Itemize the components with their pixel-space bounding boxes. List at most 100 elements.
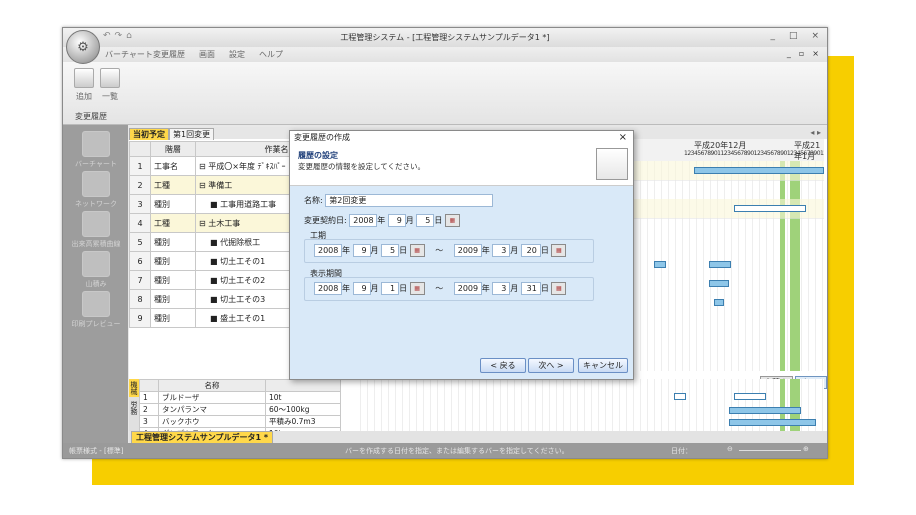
next-button[interactable]: 次へ > — [528, 358, 574, 373]
display-end-year[interactable]: 2009 — [453, 282, 482, 295]
tab-machine[interactable]: 機械 — [129, 379, 139, 397]
month-unit: 月 — [405, 216, 414, 225]
gantt-bar[interactable] — [674, 393, 686, 400]
mdi-close-button[interactable]: × — [812, 49, 819, 58]
row-level: 種別 — [150, 308, 196, 328]
mdi-minimize-button[interactable]: _ — [787, 49, 791, 58]
period-start-year[interactable]: 2008 — [314, 244, 342, 257]
change-date-year[interactable]: 2008 — [349, 214, 378, 227]
change-history-dialog: 変更履歴の作成 × 履歴の設定 変更履歴の情報を設定してください。 名称: 第2… — [289, 130, 634, 380]
status-date: 日付： — [671, 447, 692, 455]
back-button[interactable]: < 戻る — [480, 358, 526, 373]
day-unit: 日 — [399, 246, 408, 255]
gantt-bar[interactable] — [709, 280, 729, 287]
gantt-bar[interactable] — [654, 261, 666, 268]
change-date-label: 変更契約日: — [304, 216, 347, 225]
row-level: 工種 — [150, 213, 196, 233]
year-unit: 年 — [342, 246, 350, 255]
nav-scurve[interactable]: 出来高累積曲線 — [67, 211, 125, 249]
calendar-icon[interactable]: ▦ — [409, 244, 425, 257]
display-end-month[interactable]: 3 — [492, 282, 511, 295]
row-number: 2 — [129, 175, 151, 195]
wizard-document-icon — [596, 148, 628, 180]
ribbon-list-button[interactable]: 一覧 — [97, 68, 123, 102]
gantt-bar[interactable] — [729, 419, 816, 426]
name-input[interactable]: 第2回変更 — [325, 194, 494, 207]
period-end-month[interactable]: 3 — [492, 244, 511, 257]
menu-change-history[interactable]: 変更履歴 — [153, 49, 185, 60]
cancel-button[interactable]: キャンセル — [578, 358, 628, 373]
year-unit: 年 — [377, 216, 386, 225]
zoom-slider[interactable] — [739, 450, 801, 451]
name-label: 名称: — [304, 196, 323, 205]
mdi-restore-button[interactable]: ▫ — [799, 49, 804, 58]
gantt-bar[interactable] — [694, 167, 824, 174]
tab-labor[interactable]: 労務 — [129, 399, 139, 417]
row-level: 種別 — [150, 232, 196, 252]
nav-print-preview[interactable]: 印刷プレビュー — [67, 291, 125, 329]
maximize-button[interactable]: □ — [789, 31, 798, 41]
change-date-day[interactable]: 5 — [416, 214, 435, 227]
menu-help[interactable]: ヘルプ — [259, 49, 283, 60]
tab-first-change[interactable]: 第1回変更 — [169, 128, 215, 140]
nav-network[interactable]: ネットワーク — [67, 171, 125, 209]
zoom-out-icon[interactable]: ⊖ — [727, 445, 733, 453]
dialog-close-button[interactable]: × — [619, 131, 627, 145]
period-start-month[interactable]: 9 — [352, 244, 371, 257]
status-message: バーを作成する日付を指定、または編集するバーを指定してください。 — [345, 447, 569, 455]
minimize-button[interactable]: _ — [770, 31, 775, 41]
calendar-icon[interactable]: ▦ — [551, 282, 567, 295]
nav-stack-label: 山積み — [85, 280, 107, 288]
grid-header-corner — [129, 141, 151, 157]
month-unit: 月 — [370, 284, 379, 293]
resource-number: 3 — [139, 415, 159, 428]
undo-icon[interactable]: ↶ — [103, 31, 111, 41]
calendar-icon[interactable]: ▦ — [551, 244, 567, 257]
year-unit: 年 — [481, 284, 490, 293]
period-start-day[interactable]: 5 — [381, 244, 400, 257]
change-date-month[interactable]: 9 — [387, 214, 406, 227]
display-period-row: 2008 年 9月 1日 ▦ ～ 2009 年 3月 31 日 ▦ — [314, 282, 567, 295]
display-start-month[interactable]: 9 — [352, 282, 371, 295]
tab-initial-plan[interactable]: 当初予定 — [129, 128, 169, 140]
menu-view[interactable]: 画面 — [199, 49, 215, 60]
menu-barchart[interactable]: バーチャート — [105, 49, 153, 60]
nav-barchart[interactable]: バーチャート — [67, 131, 125, 169]
nav-stack[interactable]: 山積み — [67, 251, 125, 289]
scurve-icon — [82, 211, 110, 237]
resource-number: 2 — [139, 403, 159, 416]
window-controls: _ □ × — [770, 31, 819, 41]
display-end-day[interactable]: 31 — [520, 282, 541, 295]
table-row[interactable]: 1 ブルドーザ 10t — [139, 391, 341, 404]
network-icon — [82, 171, 110, 197]
gantt-bar[interactable] — [734, 393, 766, 400]
display-start-year[interactable]: 2008 — [314, 282, 342, 295]
name-row: 名称: 第2回変更 — [304, 194, 494, 207]
gantt-bar[interactable] — [729, 407, 801, 414]
gantt-bar[interactable] — [709, 261, 731, 268]
table-row[interactable]: 2 タンパランマ 60～100kg — [139, 403, 341, 416]
home-icon[interactable]: ⌂ — [126, 31, 132, 41]
close-button[interactable]: × — [811, 31, 819, 41]
day-unit: 日 — [540, 284, 549, 293]
period-end-day[interactable]: 20 — [520, 244, 541, 257]
calendar-icon[interactable]: ▦ — [409, 282, 425, 295]
period-end-year[interactable]: 2009 — [453, 244, 482, 257]
display-start-day[interactable]: 1 — [381, 282, 400, 295]
tab-scroll-arrows-icon[interactable]: ◂ ▸ — [810, 128, 821, 137]
range-tilde: ～ — [435, 284, 444, 293]
table-row[interactable]: 3 バックホウ 平積み0.7m3 — [139, 415, 341, 428]
gantt-bar[interactable] — [714, 299, 724, 306]
resource-header-name: 名称 — [158, 379, 266, 392]
calendar-icon[interactable]: ▦ — [444, 214, 460, 227]
gantt-bar[interactable] — [734, 205, 806, 212]
change-date-row: 変更契約日: 2008 年 9月 5日 ▦ — [304, 214, 460, 227]
row-level: 種別 — [150, 270, 196, 290]
dialog-title: 変更履歴の作成 — [294, 133, 350, 142]
zoom-in-icon[interactable]: ⊕ — [803, 445, 809, 453]
menu-settings[interactable]: 設定 — [229, 49, 245, 60]
ribbon-add-button[interactable]: 追加 — [71, 68, 97, 102]
window-title: 工程管理システム - [工程管理システムサンプルデータ1 *] — [340, 33, 550, 42]
app-menu-orb-icon[interactable]: ⚙ — [66, 30, 100, 64]
redo-icon[interactable]: ↷ — [115, 31, 123, 41]
